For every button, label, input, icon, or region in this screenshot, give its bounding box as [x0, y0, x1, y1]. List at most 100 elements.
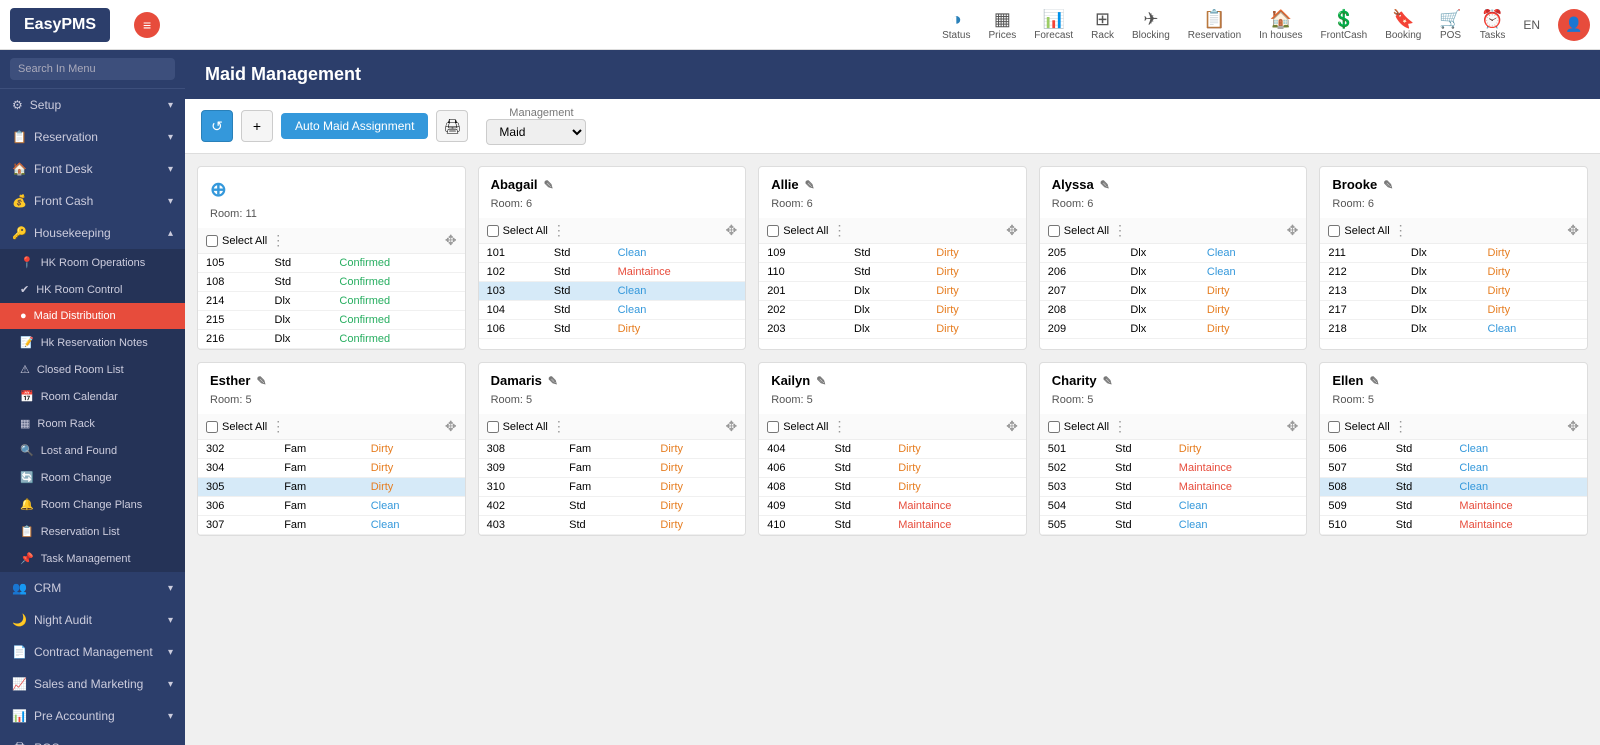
nav-blocking[interactable]: ✈ Blocking [1132, 9, 1170, 41]
move-icon-ellen[interactable]: ✥ [1567, 418, 1579, 435]
edit-icon-alyssa[interactable]: ✎ [1100, 178, 1110, 192]
sidebar-item-hk-room-operations[interactable]: 📍HK Room Operations [0, 249, 185, 276]
table-row[interactable]: 203DlxDirty [759, 320, 1026, 339]
table-row[interactable]: 501StdDirty [1040, 440, 1307, 459]
add-maid-icon[interactable]: ⊕ [210, 177, 227, 202]
table-row[interactable]: 404StdDirty [759, 440, 1026, 459]
table-row[interactable]: 105StdConfirmed [198, 254, 465, 273]
table-row[interactable]: 509StdMaintaince [1320, 497, 1587, 516]
table-row[interactable]: 406StdDirty [759, 459, 1026, 478]
table-row[interactable]: 211DlxDirty [1320, 244, 1587, 263]
sidebar-item-pos[interactable]: 🖨POS ▾ [0, 732, 185, 745]
edit-icon-esther[interactable]: ✎ [256, 374, 266, 388]
move-icon-damaris[interactable]: ✥ [725, 418, 737, 435]
nav-booking[interactable]: 🔖 Booking [1385, 9, 1421, 41]
table-row[interactable]: 305FamDirty [198, 478, 465, 497]
table-row[interactable]: 209DlxDirty [1040, 320, 1307, 339]
table-row[interactable]: 402StdDirty [479, 497, 746, 516]
table-row[interactable]: 506StdClean [1320, 440, 1587, 459]
select-all-checkbox-damaris[interactable] [487, 421, 499, 433]
edit-icon-charity[interactable]: ✎ [1103, 374, 1113, 388]
table-row[interactable]: 409StdMaintaince [759, 497, 1026, 516]
table-row[interactable]: 106StdDirty [479, 320, 746, 339]
sidebar-item-task-management[interactable]: 📌Task Management [0, 545, 185, 572]
auto-assign-button[interactable]: Auto Maid Assignment [281, 113, 428, 139]
sidebar-item-reservation[interactable]: 📋Reservation ▾ [0, 121, 185, 153]
move-icon-charity[interactable]: ✥ [1287, 418, 1299, 435]
table-row[interactable]: 206DlxClean [1040, 263, 1307, 282]
sidebar-item-contract-management[interactable]: 📄Contract Management ▾ [0, 636, 185, 668]
sidebar-item-pre-accounting[interactable]: 📊Pre Accounting ▾ [0, 700, 185, 732]
nav-inhouses[interactable]: 🏠 In houses [1259, 9, 1302, 41]
table-row[interactable]: 510StdMaintaince [1320, 516, 1587, 535]
sidebar-item-frontdesk[interactable]: 🏠Front Desk ▾ [0, 153, 185, 185]
more-options-icon-abagail[interactable]: ⋮ [552, 222, 566, 239]
table-row[interactable]: 306FamClean [198, 497, 465, 516]
more-options-icon-esther[interactable]: ⋮ [271, 418, 285, 435]
table-row[interactable]: 215DlxConfirmed [198, 311, 465, 330]
menu-icon[interactable]: ≡ [134, 12, 160, 38]
table-row[interactable]: 201DlxDirty [759, 282, 1026, 301]
table-row[interactable]: 307FamClean [198, 516, 465, 535]
edit-icon-kailyn[interactable]: ✎ [816, 374, 826, 388]
select-all-checkbox-unassigned[interactable] [206, 235, 218, 247]
nav-status[interactable]: ◑ Status [942, 9, 970, 41]
table-row[interactable]: 410StdMaintaince [759, 516, 1026, 535]
table-row[interactable]: 507StdClean [1320, 459, 1587, 478]
table-row[interactable]: 503StdMaintaince [1040, 478, 1307, 497]
sidebar-item-room-change[interactable]: 🔄Room Change [0, 464, 185, 491]
edit-icon-allie[interactable]: ✎ [805, 178, 815, 192]
sidebar-item-maid-distribution[interactable]: ●Maid Distribution [0, 303, 185, 329]
user-avatar[interactable]: 👤 [1558, 9, 1590, 41]
app-logo[interactable]: EasyPMS [10, 8, 110, 42]
move-icon-unassigned[interactable]: ✥ [445, 232, 457, 249]
edit-icon-ellen[interactable]: ✎ [1369, 374, 1379, 388]
select-all-checkbox-charity[interactable] [1048, 421, 1060, 433]
sidebar-item-room-rack[interactable]: ▦Room Rack [0, 410, 185, 437]
table-row[interactable]: 101StdClean [479, 244, 746, 263]
table-row[interactable]: 110StdDirty [759, 263, 1026, 282]
nav-forecast[interactable]: 📊 Forecast [1034, 9, 1073, 41]
table-row[interactable]: 504StdClean [1040, 497, 1307, 516]
move-icon-allie[interactable]: ✥ [1006, 222, 1018, 239]
move-icon-abagail[interactable]: ✥ [725, 222, 737, 239]
table-row[interactable]: 508StdClean [1320, 478, 1587, 497]
select-all-checkbox-allie[interactable] [767, 225, 779, 237]
table-row[interactable]: 304FamDirty [198, 459, 465, 478]
table-row[interactable]: 308FamDirty [479, 440, 746, 459]
language-selector[interactable]: EN [1523, 18, 1540, 32]
more-options-icon-alyssa[interactable]: ⋮ [1113, 222, 1127, 239]
table-row[interactable]: 408StdDirty [759, 478, 1026, 497]
more-options-icon-brooke[interactable]: ⋮ [1394, 222, 1408, 239]
table-row[interactable]: 217DlxDirty [1320, 301, 1587, 320]
table-row[interactable]: 212DlxDirty [1320, 263, 1587, 282]
table-row[interactable]: 208DlxDirty [1040, 301, 1307, 320]
nav-pos[interactable]: 🛒 POS [1439, 9, 1461, 41]
sidebar-item-room-calendar[interactable]: 📅Room Calendar [0, 383, 185, 410]
more-options-icon-allie[interactable]: ⋮ [832, 222, 846, 239]
sidebar-item-hk-reservation-notes[interactable]: 📝Hk Reservation Notes [0, 329, 185, 356]
move-icon-alyssa[interactable]: ✥ [1287, 222, 1299, 239]
refresh-button[interactable]: ↺ [201, 110, 233, 142]
sidebar-item-frontcash[interactable]: 💰Front Cash ▾ [0, 185, 185, 217]
nav-reservation[interactable]: 📋 Reservation [1188, 9, 1241, 41]
edit-icon-brooke[interactable]: ✎ [1383, 178, 1393, 192]
nav-tasks[interactable]: ⏰ Tasks [1480, 9, 1506, 41]
table-row[interactable]: 218DlxClean [1320, 320, 1587, 339]
sidebar-item-hk-room-control[interactable]: ✔HK Room Control [0, 276, 185, 303]
table-row[interactable]: 216DlxConfirmed [198, 330, 465, 349]
sidebar-item-closed-room-list[interactable]: ⚠Closed Room List [0, 356, 185, 383]
table-row[interactable]: 109StdDirty [759, 244, 1026, 263]
table-row[interactable]: 310FamDirty [479, 478, 746, 497]
select-all-checkbox-abagail[interactable] [487, 225, 499, 237]
table-row[interactable]: 302FamDirty [198, 440, 465, 459]
sidebar-item-lost-found[interactable]: 🔍Lost and Found [0, 437, 185, 464]
move-icon-brooke[interactable]: ✥ [1567, 222, 1579, 239]
table-row[interactable]: 309FamDirty [479, 459, 746, 478]
sidebar-item-setup[interactable]: ⚙Setup ▾ [0, 89, 185, 121]
sidebar-item-crm[interactable]: 👥CRM ▾ [0, 572, 185, 604]
table-row[interactable]: 403StdDirty [479, 516, 746, 535]
table-row[interactable]: 108StdConfirmed [198, 273, 465, 292]
more-options-icon-ellen[interactable]: ⋮ [1394, 418, 1408, 435]
table-row[interactable]: 102StdMaintaince [479, 263, 746, 282]
